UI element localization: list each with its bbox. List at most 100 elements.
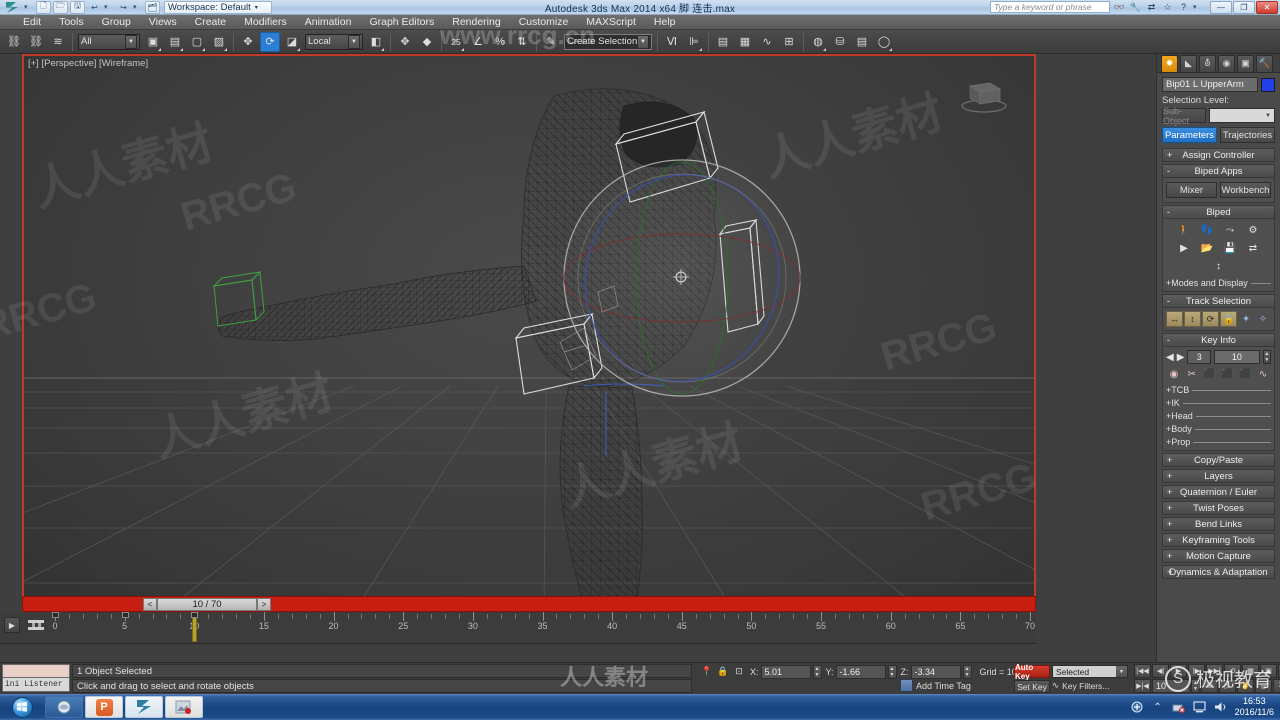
keyframe-marker[interactable] [191, 612, 199, 618]
menu-item-rendering[interactable]: Rendering [443, 15, 509, 30]
menu-item-edit[interactable]: Edit [14, 15, 50, 30]
network-icon[interactable] [1172, 700, 1186, 714]
rollout-key-info[interactable]: - Key Info ◀ ▶ 3 10 ▲ ▼ ◉ ✂ ⬛ ⬛ ⬛ ∿ +TCB +IK +He… [1162, 333, 1275, 451]
select-by-name-icon[interactable]: ▤ [165, 32, 185, 52]
subrollout-prop[interactable]: +Prop [1166, 437, 1271, 447]
star-icon[interactable]: ☆ [1161, 1, 1174, 14]
track-bar[interactable]: ▶ 0510152025303540455055606570 [0, 612, 1036, 644]
sub-object-combo[interactable]: ▼ [1209, 108, 1275, 123]
rectangular-selection-region-icon[interactable]: ▢ [187, 32, 207, 52]
rollout-biped-apps[interactable]: - Biped Apps Mixer Workbench [1162, 164, 1275, 203]
auto-key-button[interactable]: Auto Key [1014, 663, 1050, 681]
key-filters-row[interactable]: ∿ Key Filters... [1052, 680, 1109, 691]
redo-caret-icon[interactable]: ▾ [133, 3, 143, 11]
time-slider-track[interactable]: < 10 / 70 > [22, 596, 1036, 612]
menu-item-group[interactable]: Group [93, 15, 140, 30]
x-field[interactable]: 5.01 [760, 664, 811, 679]
x-spinner[interactable]: ▲ ▼ [812, 664, 822, 679]
new-file-icon[interactable]: 🗋 [36, 0, 51, 14]
tab-utilities[interactable]: 🔨 [1256, 54, 1273, 72]
move-all-mode-icon[interactable]: ↕ [1208, 258, 1230, 275]
viewport-label[interactable]: [+] [Perspective] [Wireframe] [28, 58, 148, 69]
toggle-scene-explorer-icon[interactable]: ▦ [735, 32, 755, 52]
undo-icon[interactable]: ↩ [87, 1, 102, 14]
help-caret-icon[interactable]: ▾ [1193, 3, 1203, 11]
z-spinner[interactable]: ▲ ▼ [962, 664, 972, 679]
rollout-quaternion-euler[interactable]: + Quaternion / Euler [1162, 485, 1275, 499]
time-tag-icon[interactable] [900, 679, 913, 692]
key-mode-toggle-button[interactable]: ▶|◀ [1134, 679, 1151, 693]
sound-icon[interactable] [1214, 700, 1228, 714]
snaps-toggle-icon[interactable]: 25 [446, 32, 466, 52]
taskbar-app-powerpoint[interactable]: P [85, 696, 123, 718]
keyboard-shortcut-override-icon[interactable]: ◆ [417, 32, 437, 52]
maxscript-mini-listener[interactable]: ini Listener [2, 664, 70, 693]
rollout-header[interactable]: - Biped Apps [1162, 164, 1275, 178]
rollout-assign-controller[interactable]: + Assign Controller [1162, 148, 1275, 162]
select-and-manipulate-icon[interactable]: ✥ [395, 32, 415, 52]
object-color-swatch[interactable] [1261, 77, 1275, 92]
listener-output-pane[interactable] [2, 664, 70, 678]
listener-input-pane[interactable]: ini Listener [2, 678, 70, 692]
trajectories-button[interactable]: Trajectories [1220, 127, 1275, 143]
rollout-header[interactable]: + Assign Controller [1162, 148, 1275, 162]
time-configuration-button[interactable]: ▦ [1242, 664, 1259, 678]
action-center-icon[interactable] [1130, 700, 1144, 714]
keyframe-marker[interactable] [52, 612, 59, 618]
wrench-icon[interactable]: 🔧 [1129, 1, 1142, 14]
menu-item-maxscript[interactable]: MAXScript [577, 15, 645, 30]
previous-key-button[interactable]: ◀ [1166, 352, 1174, 363]
rollout-bend-links[interactable]: + Bend Links [1162, 517, 1275, 531]
tab-display[interactable]: ▣ [1237, 54, 1254, 72]
next-frame-button[interactable]: |▶ [1188, 664, 1205, 678]
subrollout-body[interactable]: +Body [1166, 424, 1271, 434]
convert-icon[interactable]: ⇄ [1242, 240, 1264, 257]
perspective-viewport[interactable]: [+] [Perspective] [Wireframe] [24, 56, 1034, 612]
delete-key-icon[interactable]: ✂ [1184, 367, 1200, 382]
redo-icon[interactable]: ↪ [116, 1, 131, 14]
subrollout-tcb[interactable]: +TCB [1166, 385, 1271, 395]
lock-com-keying-icon[interactable]: 🔒 [1220, 311, 1238, 327]
next-frame-arrow[interactable]: > [257, 598, 271, 611]
select-and-link-icon[interactable]: ⛓ [4, 32, 24, 52]
tab-create[interactable]: ✹ [1161, 54, 1178, 72]
menu-item-help[interactable]: Help [645, 15, 685, 30]
rollout-header[interactable]: + Bend Links [1162, 517, 1275, 531]
previous-frame-arrow[interactable]: < [143, 598, 157, 611]
rollout-header[interactable]: + Twist Poses [1162, 501, 1275, 515]
use-pivot-point-center-icon[interactable]: ◧ [366, 32, 386, 52]
y-spinner[interactable]: ▲ ▼ [887, 664, 897, 679]
lock-selection-icon[interactable]: 🔒 [716, 665, 730, 679]
footstep-mode-icon[interactable]: 👣 [1196, 222, 1218, 239]
rollout-header[interactable]: + Dynamics & Adaptation [1162, 565, 1275, 579]
save-file-icon[interactable]: 🖫 [70, 0, 85, 14]
set-key-button[interactable]: Set Key [1014, 680, 1050, 693]
key-frame-field[interactable]: 10 [1214, 350, 1260, 364]
absolute-relative-toggle-icon[interactable]: ⊡ [732, 665, 746, 679]
window-crossing-icon[interactable]: ▨ [209, 32, 229, 52]
time-configuration-button[interactable]: ⛁ [1201, 679, 1218, 693]
rollout-header[interactable]: - Track Selection [1162, 294, 1275, 308]
menu-item-graph-editors[interactable]: Graph Editors [360, 15, 443, 30]
rollout-header[interactable]: + Motion Capture [1162, 549, 1275, 563]
rollout-header[interactable]: + Quaternion / Euler [1162, 485, 1275, 499]
mirror-icon[interactable]: Ⅵ [662, 32, 682, 52]
maximize-viewport-toggle-button[interactable]: ⛶ [1273, 679, 1280, 693]
rollout-dynamics-adaptation[interactable]: + Dynamics & Adaptation [1162, 565, 1275, 579]
menu-item-modifiers[interactable]: Modifiers [235, 15, 296, 30]
opposite-track-icon[interactable]: ✧ [1255, 311, 1271, 327]
menu-item-create[interactable]: Create [186, 15, 236, 30]
previous-frame-button[interactable]: ◀| [1152, 664, 1169, 678]
select-and-rotate-icon[interactable]: ⟳ [260, 31, 280, 52]
rollout-keyframing-tools[interactable]: + Keyframing Tools [1162, 533, 1275, 547]
time-slider-handle[interactable]: 10 / 70 [157, 598, 257, 611]
set-key-curve-icon[interactable]: ∿ [1052, 680, 1059, 691]
body-vertical-icon[interactable]: ↕ [1184, 311, 1202, 327]
viewcube-icon[interactable] [956, 74, 1012, 114]
minimize-button[interactable]: — [1210, 0, 1232, 14]
rollout-twist-poses[interactable]: + Twist Poses [1162, 501, 1275, 515]
orbit-button[interactable]: ◎ [1255, 679, 1272, 693]
named-selection-set-combo[interactable]: Create Selection Set ▼ [564, 33, 652, 50]
set-key-icon[interactable]: ◉ [1166, 367, 1182, 382]
display-icon[interactable] [1193, 700, 1207, 714]
